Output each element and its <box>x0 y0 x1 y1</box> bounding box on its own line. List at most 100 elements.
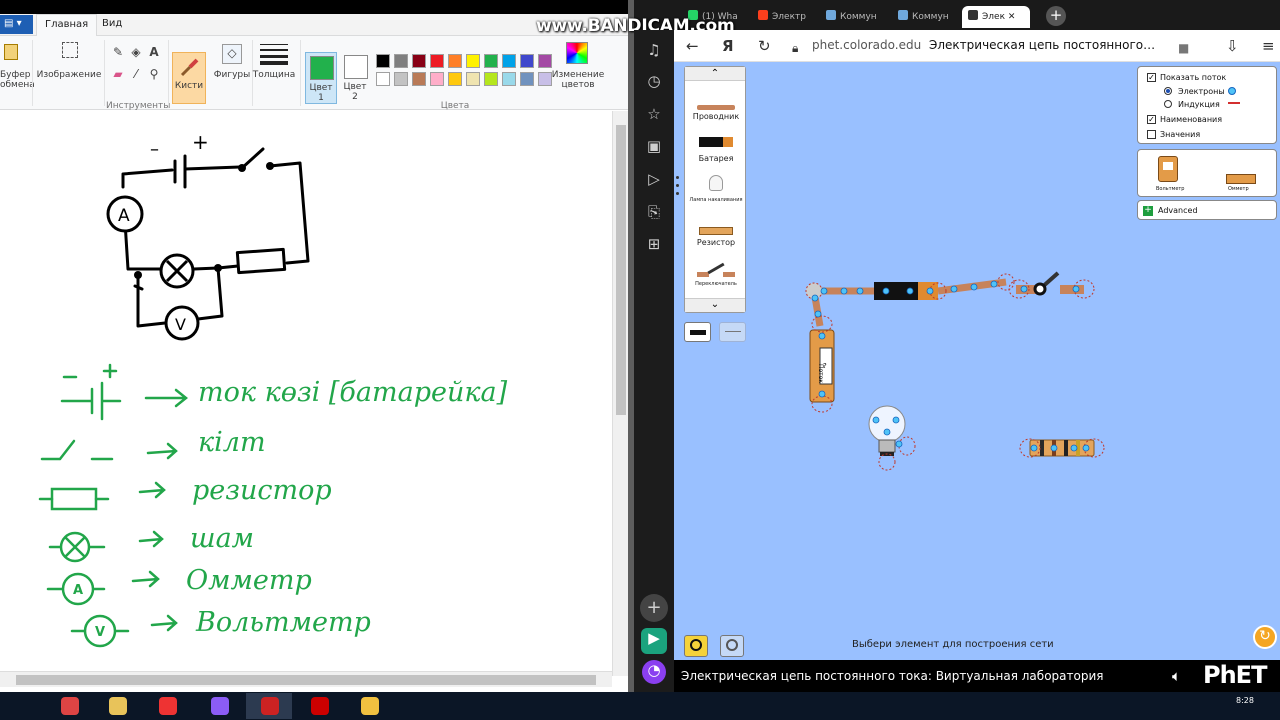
carousel-label-resistor[interactable]: Резистор <box>685 238 747 247</box>
url-text[interactable]: phet.colorado.edu <box>812 38 921 52</box>
palette-swatch[interactable] <box>430 72 444 86</box>
palette-swatch[interactable] <box>412 72 426 86</box>
file-menu-button[interactable]: ▤ ▾ <box>0 15 33 34</box>
camera-icon[interactable]: ⎘ <box>644 202 664 222</box>
reset-all-button[interactable]: ↻ <box>1253 625 1277 649</box>
carousel-page-dots[interactable] <box>676 176 679 206</box>
advanced-panel[interactable]: + Advanced <box>1137 200 1277 220</box>
phet-logo[interactable]: PhET <box>1203 661 1267 689</box>
carousel-label-switch[interactable]: Переключатель <box>685 281 747 287</box>
conventional-radio[interactable] <box>1164 100 1172 108</box>
ammeter-tool-icon[interactable] <box>1226 174 1256 184</box>
brushes-button[interactable]: Кисти <box>172 52 206 104</box>
palette-swatch[interactable] <box>376 72 390 86</box>
thickness-icon[interactable] <box>260 42 288 66</box>
apps-grid-icon[interactable]: ⊞ <box>644 234 664 254</box>
carousel-label-bulb[interactable]: Лампа накаливания <box>685 197 747 203</box>
add-icon[interactable]: + <box>640 594 668 622</box>
resistor-item-icon[interactable] <box>699 227 733 235</box>
vertical-scrollbar[interactable] <box>612 111 628 676</box>
browser-tab[interactable]: Коммун <box>820 6 884 28</box>
taskbar-app-icon[interactable] <box>46 693 92 719</box>
edit-colors-icon[interactable] <box>566 42 588 64</box>
taskbar-app-icon[interactable] <box>196 693 242 719</box>
text-icon[interactable]: A <box>146 44 162 60</box>
zoom-out-button[interactable] <box>684 635 708 657</box>
bookmark-icon[interactable]: ■ <box>1178 39 1189 57</box>
bookmark-star-icon[interactable]: ☆ <box>644 104 664 124</box>
schematic-view-button[interactable] <box>719 322 746 342</box>
palette-swatch[interactable] <box>538 54 552 68</box>
battery-item-icon[interactable] <box>699 137 723 147</box>
taskbar-app-icon[interactable] <box>296 693 342 719</box>
lock-icon[interactable]: 🔒︎ <box>792 39 798 57</box>
select-icon[interactable] <box>62 42 78 58</box>
image-label[interactable]: Изображение <box>36 70 102 80</box>
palette-swatch[interactable] <box>502 54 516 68</box>
wire-item-icon[interactable] <box>697 105 735 110</box>
palette-swatch[interactable] <box>484 72 498 86</box>
palette-swatch[interactable] <box>502 72 516 86</box>
carousel-up-icon[interactable]: ⌃ <box>685 67 745 81</box>
switch[interactable] <box>1008 271 1095 299</box>
palette-swatch[interactable] <box>466 72 480 86</box>
palette-swatch[interactable] <box>394 72 408 86</box>
bulb-item-icon[interactable] <box>709 175 723 191</box>
yandex-logo-icon[interactable]: Я <box>722 37 734 55</box>
horizontal-scroll-thumb[interactable] <box>16 675 596 685</box>
taskbar-app-icon[interactable] <box>246 693 292 719</box>
color1-button[interactable]: Цвет 1 <box>305 52 337 104</box>
history-icon[interactable]: ◷ <box>644 71 664 91</box>
voltmeter-icon[interactable] <box>1158 156 1178 182</box>
alice-icon[interactable]: ◔ <box>642 660 666 684</box>
palette-swatch[interactable] <box>448 72 462 86</box>
values-checkbox[interactable] <box>1147 130 1156 139</box>
palette-swatch[interactable] <box>430 54 444 68</box>
play-icon[interactable]: ▷ <box>644 169 664 189</box>
zoom-in-button[interactable] <box>720 635 744 657</box>
new-tab-button[interactable]: + <box>1046 6 1066 26</box>
palette-swatch[interactable] <box>412 54 426 68</box>
lifelike-view-button[interactable] <box>684 322 711 342</box>
menu-icon[interactable]: ≡ <box>1262 37 1275 55</box>
clipboard-icon[interactable] <box>4 44 18 60</box>
taskbar-app-icon[interactable] <box>94 693 140 719</box>
ammeter[interactable]: Поток ? <box>809 315 835 413</box>
horizontal-scrollbar[interactable] <box>0 671 612 687</box>
bell-icon[interactable]: ♫ <box>644 40 664 60</box>
tab-home[interactable]: Главная <box>36 14 98 37</box>
reload-icon[interactable]: ↻ <box>758 37 771 55</box>
labels-checkbox[interactable]: ✓ <box>1147 115 1156 124</box>
thickness-label[interactable]: Толщина <box>252 70 296 80</box>
carousel-down-icon[interactable]: ⌄ <box>685 298 745 312</box>
palette-swatch[interactable] <box>484 54 498 68</box>
taskbar-paint-icon[interactable] <box>346 693 392 719</box>
browser-tab-active[interactable]: Элек ✕ <box>962 6 1030 28</box>
palette-swatch[interactable] <box>520 72 534 86</box>
palette-swatch[interactable] <box>394 54 408 68</box>
shapes-icon[interactable]: ◇ <box>222 44 242 64</box>
palette-swatch[interactable] <box>520 54 534 68</box>
switch-item-icon[interactable] <box>697 262 735 277</box>
expand-icon[interactable]: + <box>1143 206 1153 216</box>
browser-tab[interactable]: Коммун <box>892 6 956 28</box>
media-icon[interactable]: ▶ <box>641 628 667 654</box>
palette-swatch[interactable] <box>448 54 462 68</box>
paint-canvas[interactable]: A V – + A V ток көзі [батарейка] кілт ре… <box>0 111 612 671</box>
light-bulb[interactable] <box>868 405 916 471</box>
palette-swatch[interactable] <box>376 54 390 68</box>
speaker-icon[interactable]: 🔈︎ <box>1172 667 1181 685</box>
back-icon[interactable]: ← <box>686 37 699 55</box>
browser-tab[interactable]: Электр <box>752 6 814 28</box>
clipboard-label[interactable]: Буфер обмена <box>0 70 35 90</box>
shapes-label[interactable]: Фигуры <box>212 70 252 80</box>
color2-button[interactable]: Цвет 2 <box>340 52 372 104</box>
electrons-radio[interactable] <box>1164 87 1172 95</box>
color-picker-icon[interactable]: ⁄ <box>128 66 144 82</box>
fill-icon[interactable]: ◈ <box>128 44 144 60</box>
palette-swatch[interactable] <box>466 54 480 68</box>
downloads-icon[interactable]: ⇩ <box>1226 37 1239 55</box>
carousel-label-battery[interactable]: Батарея <box>685 154 747 163</box>
magnifier-icon[interactable]: ⚲ <box>146 66 162 82</box>
vertical-scroll-thumb[interactable] <box>616 125 626 415</box>
